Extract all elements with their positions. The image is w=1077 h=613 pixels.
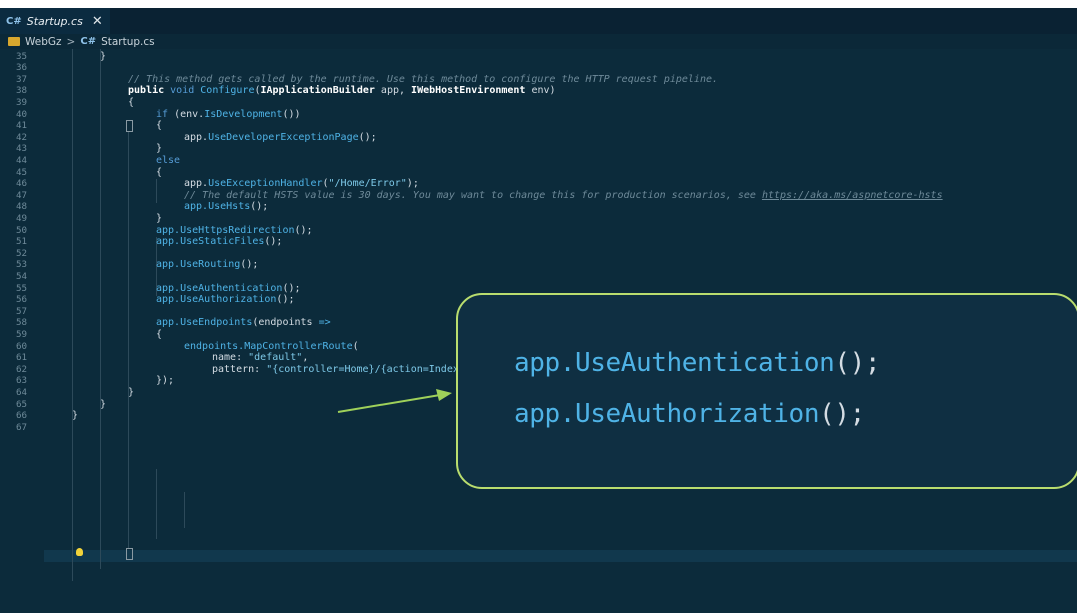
callout-line-2: app.UseAuthorization(); <box>514 399 865 429</box>
zoom-callout: app.UseAuthentication(); app.UseAuthoriz… <box>456 293 1077 489</box>
callout-line-1: app.UseAuthentication(); <box>514 348 881 378</box>
